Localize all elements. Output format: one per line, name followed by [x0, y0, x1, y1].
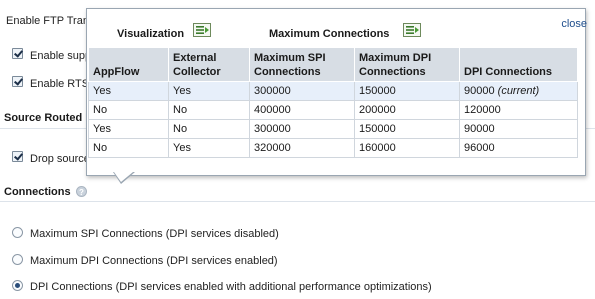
table-row: Yes Yes 300000 150000 90000 (current)	[88, 81, 578, 101]
column-header-appflow: AppFlow	[88, 47, 169, 82]
cell-spi: 300000	[249, 81, 355, 101]
popup-pointer-fill	[114, 172, 133, 182]
cell-spi: 400000	[249, 100, 355, 120]
table-row: No Yes 320000 160000 96000	[88, 138, 578, 158]
table-row: Yes No 300000 150000 90000	[88, 119, 578, 139]
sqlnet-checkbox[interactable]	[12, 48, 23, 59]
cell-appflow: Yes	[88, 81, 169, 101]
column-header-external-collector: External Collector	[168, 47, 250, 82]
cell-dpi: 150000	[354, 81, 460, 101]
dpi-connections-radio[interactable]	[12, 254, 23, 265]
visualization-icon[interactable]	[193, 23, 211, 37]
cell-dpi-connections: 90000 (current)	[459, 81, 578, 101]
column-header-max-dpi: Maximum DPI Connections	[354, 47, 460, 82]
spi-connections-radio[interactable]	[12, 227, 23, 238]
cell-dpi-connections: 96000	[459, 138, 578, 158]
dpi-optimized-label: DPI Connections (DPI services enabled wi…	[30, 281, 432, 293]
cell-spi: 300000	[249, 119, 355, 139]
dpi-optimized-radio[interactable]	[12, 280, 23, 291]
cell-collector: Yes	[168, 81, 250, 101]
drop-source-routed-checkbox[interactable]	[12, 151, 23, 162]
visualization-label: Visualization	[117, 28, 185, 40]
cell-dpi-connections: 120000	[459, 100, 578, 120]
cell-collector: No	[168, 119, 250, 139]
dpi-connections-label: Maximum DPI Connections (DPI services en…	[30, 255, 278, 267]
cell-collector: Yes	[168, 138, 250, 158]
max-connections-label: Maximum Connections	[269, 28, 390, 40]
cell-appflow: No	[88, 138, 169, 158]
rtsp-checkbox[interactable]	[12, 76, 23, 87]
column-header-dpi-connections: DPI Connections	[459, 47, 578, 82]
section-divider	[0, 201, 595, 202]
cell-appflow: Yes	[88, 119, 169, 139]
help-icon[interactable]: ?	[76, 186, 87, 197]
cell-spi: 320000	[249, 138, 355, 158]
connections-section-title: Connections	[4, 186, 71, 198]
spi-connections-label: Maximum SPI Connections (DPI services di…	[30, 228, 279, 240]
current-tag: (current)	[497, 85, 540, 97]
connections-table: AppFlow External Collector Maximum SPI C…	[88, 47, 578, 158]
cell-appflow: No	[88, 100, 169, 120]
column-header-max-spi: Maximum SPI Connections	[249, 47, 355, 82]
cell-collector: No	[168, 100, 250, 120]
table-header-row: AppFlow External Collector Maximum SPI C…	[88, 47, 578, 82]
table-row: No No 400000 200000 120000	[88, 100, 578, 120]
cell-dpi: 200000	[354, 100, 460, 120]
cell-dpi: 150000	[354, 119, 460, 139]
cell-dpi: 160000	[354, 138, 460, 158]
max-connections-icon[interactable]	[403, 23, 421, 37]
cell-dpi-connections: 90000	[459, 119, 578, 139]
close-link[interactable]: close	[561, 18, 587, 30]
